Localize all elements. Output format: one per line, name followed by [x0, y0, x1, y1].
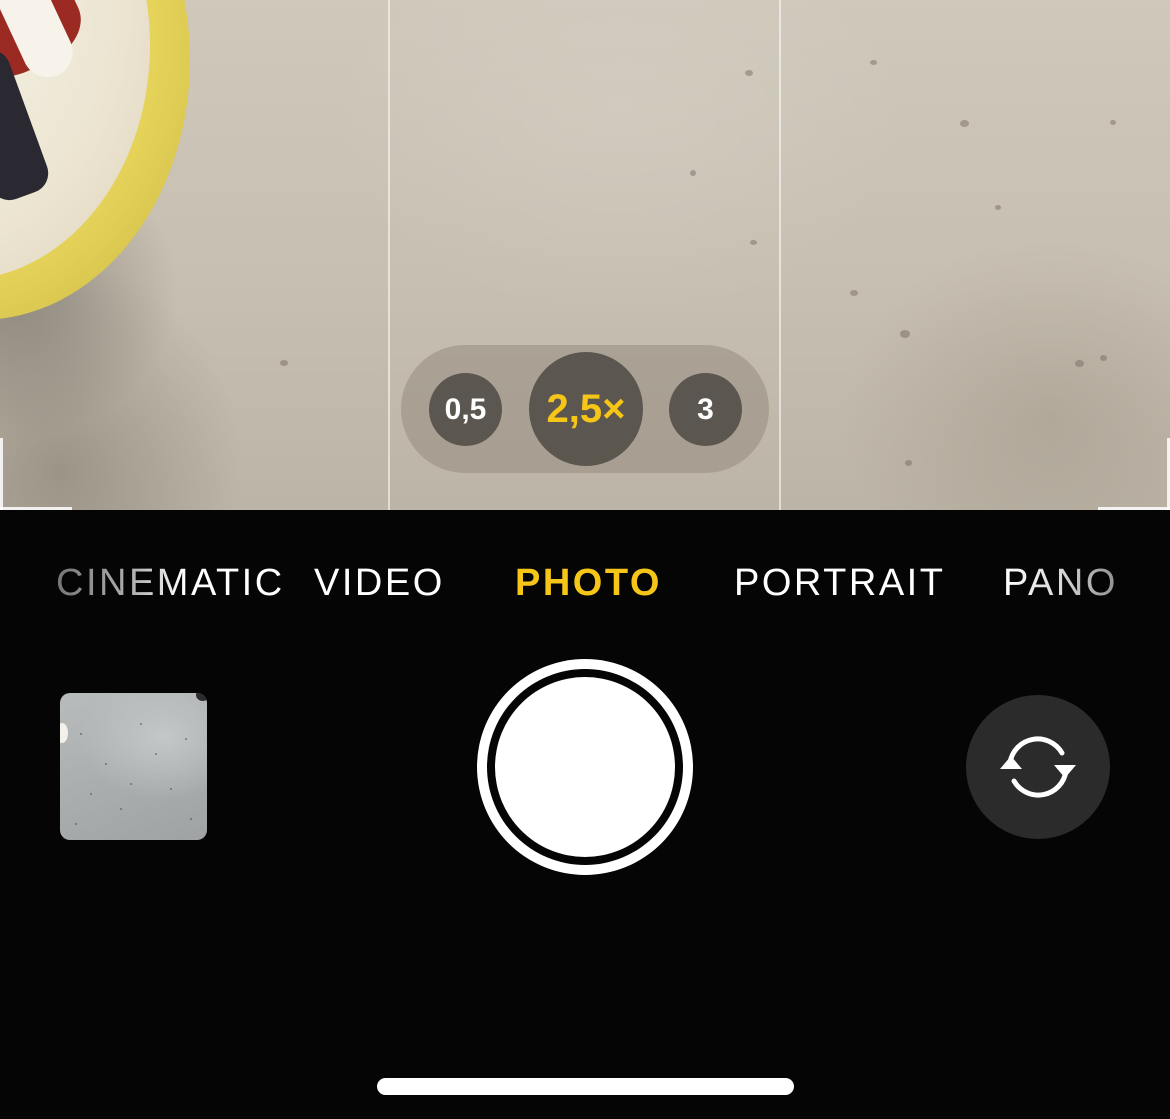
thumb-speck [90, 793, 92, 795]
zoom-0-5-button[interactable]: 0,5 [429, 373, 502, 446]
thumb-speck [105, 763, 107, 765]
mode-portrait[interactable]: PORTRAIT [734, 562, 945, 608]
thumb-speck [190, 818, 192, 820]
thumb-object [196, 693, 207, 701]
corner-bracket [1098, 507, 1170, 510]
floor-speck [995, 205, 1001, 210]
thumb-speck [140, 723, 142, 725]
floor-speck [1075, 360, 1084, 367]
floor-speck [690, 170, 696, 176]
thumb-speck [170, 788, 172, 790]
floor-speck [900, 330, 910, 338]
thumb-speck [75, 823, 77, 825]
zoom-2-5-button[interactable]: 2,5× [529, 352, 643, 466]
floor-speck [745, 70, 753, 76]
mode-photo[interactable]: PHOTO [515, 562, 662, 608]
grid-line [388, 0, 390, 510]
floor-speck [905, 460, 912, 466]
floor-speck [960, 120, 969, 127]
camera-screen: 0,5 2,5× 3 CINEMATIC VIDEO PHOTO PORTRAI… [0, 0, 1170, 1119]
home-indicator[interactable] [377, 1078, 794, 1095]
mode-video[interactable]: VIDEO [314, 562, 445, 608]
thumb-speck [130, 783, 132, 785]
viewfinder[interactable]: 0,5 2,5× 3 [0, 0, 1170, 510]
corner-bracket [0, 507, 72, 510]
floor-speck [1100, 355, 1107, 361]
last-photo-thumbnail[interactable] [60, 693, 207, 840]
shutter-inner [495, 677, 675, 857]
thumb-speck [185, 738, 187, 740]
mode-pano[interactable]: PANO [1003, 562, 1118, 608]
floor-speck [1110, 120, 1116, 125]
zoom-3-button[interactable]: 3 [669, 373, 742, 446]
thumb-speck [80, 733, 82, 735]
floor-speck [870, 60, 877, 65]
shutter-button[interactable] [477, 659, 693, 875]
mode-cinematic[interactable]: CINEMATIC [56, 562, 285, 608]
floor-speck [850, 290, 858, 296]
thumb-speck [120, 808, 122, 810]
grid-line [779, 0, 781, 510]
camera-flip-icon [1000, 736, 1076, 798]
thumb-speck [155, 753, 157, 755]
corner-bracket [0, 438, 3, 510]
floor-speck [280, 360, 288, 366]
floor-speck [750, 240, 757, 245]
camera-flip-button[interactable] [966, 695, 1110, 839]
thumb-object [60, 723, 68, 743]
